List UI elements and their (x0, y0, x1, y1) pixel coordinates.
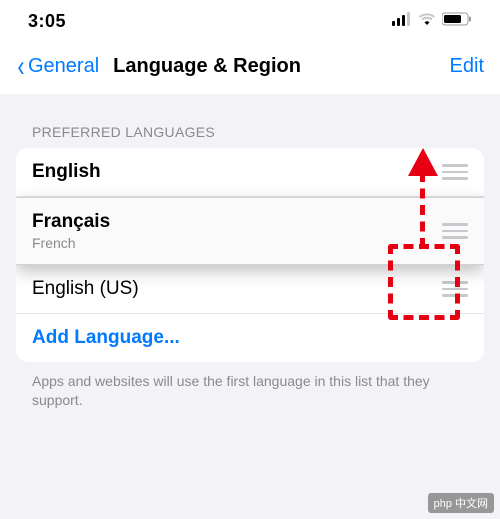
watermark: php 中文网 (428, 493, 494, 513)
status-indicators (392, 12, 472, 31)
add-language-label: Add Language... (32, 327, 180, 349)
section-header: PREFERRED LANGUAGES (16, 94, 484, 148)
language-title: English (32, 161, 101, 183)
battery-icon (442, 12, 472, 31)
chevron-left-icon: ‹ (18, 52, 25, 82)
navigation-bar: ‹ General Language & Region Edit (0, 40, 500, 94)
preferred-languages-list: English Français French English (US) Add… (16, 148, 484, 362)
language-row-dragging[interactable]: Français French (16, 197, 484, 265)
back-button[interactable]: ‹ General (16, 52, 99, 82)
add-language-button[interactable]: Add Language... (16, 314, 484, 362)
page-title: Language & Region (113, 55, 301, 78)
wifi-icon (418, 12, 436, 31)
back-label: General (28, 55, 99, 78)
status-time: 3:05 (28, 11, 66, 32)
status-bar: 3:05 (0, 0, 500, 40)
reorder-handle-icon[interactable] (442, 281, 468, 297)
edit-button[interactable]: Edit (450, 55, 484, 78)
language-title: English (US) (32, 278, 139, 300)
reorder-handle-icon[interactable] (442, 164, 468, 180)
signal-icon (392, 12, 412, 31)
language-subtitle: French (32, 235, 110, 251)
language-row[interactable]: English (16, 148, 484, 197)
language-title: Français (32, 211, 110, 233)
section-footer: Apps and websites will use the first lan… (16, 362, 484, 410)
language-row[interactable]: English (US) (16, 265, 484, 314)
reorder-handle-icon[interactable] (442, 223, 468, 239)
